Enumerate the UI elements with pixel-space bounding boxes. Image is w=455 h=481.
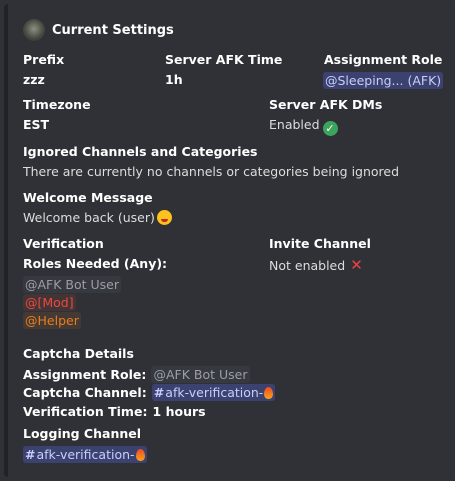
- welcome-row: Welcome back (user): [23, 210, 172, 225]
- embed-title: Current Settings: [52, 23, 174, 38]
- server-afk-dms-value: Enabled: [269, 117, 320, 132]
- captcha-channel-label: Captcha Channel:: [23, 385, 147, 400]
- assignment-role-mention[interactable]: @Sleeping... (AFK): [323, 72, 444, 89]
- invite-channel-label: Invite Channel: [269, 236, 371, 251]
- hash-icon: #: [153, 385, 165, 400]
- prefix-value: zzz: [23, 72, 45, 87]
- logging-label: Logging Channel: [23, 426, 141, 441]
- captcha-assignment-row: Assignment Role: @AFK Bot User: [23, 364, 250, 383]
- assignment-role-label: Assignment Role: [324, 52, 443, 67]
- server-afk-dms-label: Server AFK DMs: [269, 97, 383, 112]
- verification-label: Verification: [23, 236, 104, 251]
- server-afk-dms-row: Enabled ✓: [269, 117, 338, 136]
- captcha-channel-name: afk-verification-: [165, 385, 264, 400]
- captcha-channel-row: Captcha Channel: #afk-verification-: [23, 382, 276, 401]
- captcha-assignment-label: Assignment Role:: [23, 367, 147, 382]
- captcha-time-value: 1 hours: [152, 404, 206, 419]
- role-helper[interactable]: @Helper: [23, 312, 81, 329]
- check-mark-icon: ✓: [322, 121, 338, 136]
- captcha-channel-mention[interactable]: #afk-verification-: [151, 384, 276, 401]
- role-mod[interactable]: @[Mod]: [23, 294, 76, 311]
- timezone-label: Timezone: [23, 97, 91, 112]
- role-afk-bot-user[interactable]: @AFK Bot User: [23, 276, 122, 293]
- invite-channel-row: Not enabled ✕: [269, 256, 363, 274]
- prefix-label: Prefix: [23, 52, 65, 67]
- fire-icon: [135, 449, 145, 461]
- logging-channel-name: afk-verification-: [36, 447, 135, 462]
- welcome-label: Welcome Message: [23, 190, 153, 205]
- invite-channel-value: Not enabled: [269, 258, 346, 273]
- captcha-assignment-role[interactable]: @AFK Bot User: [151, 366, 250, 383]
- captcha-label: Captcha Details: [23, 346, 134, 361]
- yum-emoji-icon: [156, 210, 172, 225]
- welcome-value: Welcome back (user): [23, 210, 155, 225]
- timezone-value: EST: [23, 117, 50, 132]
- roles-needed-label: Roles Needed (Any):: [23, 256, 168, 271]
- ignored-label: Ignored Channels and Categories: [23, 144, 258, 159]
- hash-icon: #: [25, 447, 36, 462]
- server-afk-time-label: Server AFK Time: [165, 52, 283, 67]
- bot-avatar[interactable]: [23, 19, 45, 41]
- logging-channel-mention[interactable]: #afk-verification-: [23, 446, 147, 463]
- captcha-time-label: Verification Time:: [23, 404, 148, 419]
- ignored-value: There are currently no channels or categ…: [23, 164, 400, 179]
- captcha-time-row: Verification Time: 1 hours: [23, 401, 206, 420]
- server-afk-time-value: 1h: [165, 72, 183, 87]
- cross-mark-icon: ✕: [350, 256, 363, 274]
- settings-embed: Current Settings Prefix zzz Server AFK T…: [4, 4, 451, 477]
- fire-icon: [264, 387, 274, 399]
